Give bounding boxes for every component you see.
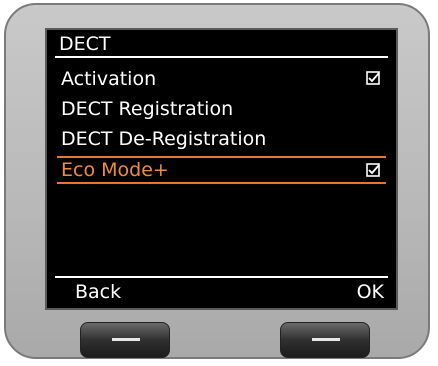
menu-item-activation[interactable]: Activation (57, 66, 386, 92)
menu-item-dect-de-registration[interactable]: DECT De-Registration (57, 126, 386, 152)
menu-item-dect-registration[interactable]: DECT Registration (57, 96, 386, 122)
menu-item-label: DECT Registration (61, 98, 234, 120)
left-softkey-button[interactable] (80, 322, 170, 358)
page-title: DECT (59, 33, 111, 55)
menu-item-label: Activation (61, 68, 157, 90)
softkey-bar: Back OK (55, 276, 388, 306)
phone-device-body: DECT Activation DECT Registration DECT D… (4, 3, 430, 359)
softkey-ok-label: OK (356, 281, 384, 303)
checkbox-checked-icon[interactable] (366, 71, 380, 85)
menu-item-label: DECT De-Registration (61, 128, 267, 150)
display-screen: DECT Activation DECT Registration DECT D… (45, 28, 398, 310)
menu-item-label: Eco Mode+ (61, 159, 169, 181)
right-softkey-button[interactable] (280, 322, 370, 358)
menu-item-eco-mode-plus[interactable]: Eco Mode+ (57, 156, 386, 184)
softkey-back-label: Back (75, 281, 122, 303)
checkbox-checked-icon[interactable] (366, 163, 380, 177)
title-bar: DECT (55, 32, 388, 58)
dash-icon (312, 338, 340, 341)
dash-icon (112, 338, 140, 341)
